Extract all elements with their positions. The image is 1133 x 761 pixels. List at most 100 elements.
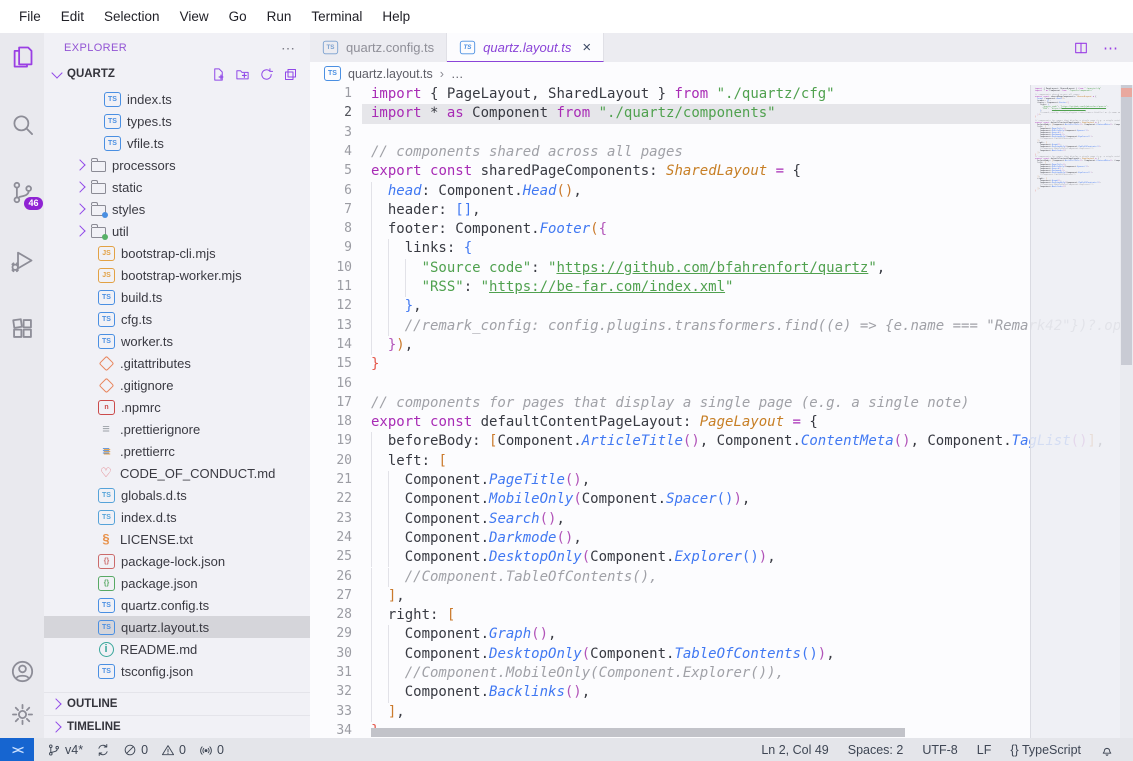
tree-item-tsconfig-json[interactable]: TStsconfig.json (44, 660, 310, 682)
line-number: 6 (310, 183, 352, 198)
tree-item-bootstrap-worker-mjs[interactable]: JSbootstrap-worker.mjs (44, 264, 310, 286)
menu-help[interactable]: Help (373, 5, 419, 28)
minimap[interactable]: import { PageLayout, SharedLayout } from… (1030, 85, 1120, 738)
status-branch[interactable]: v4* (47, 743, 83, 757)
status-error[interactable]: 0 (123, 743, 148, 757)
status-ln-2-col-49[interactable]: Ln 2, Col 49 (761, 743, 828, 757)
code-line: 12 }, (310, 297, 1133, 316)
code-line: 9 links: { (310, 239, 1133, 258)
scrollbar-thumb[interactable] (1121, 85, 1132, 365)
tree-item-build-ts[interactable]: TSbuild.ts (44, 286, 310, 308)
settings-icon[interactable] (9, 701, 36, 728)
menu-go[interactable]: Go (220, 5, 256, 28)
tree-item-package-json[interactable]: {}package.json (44, 572, 310, 594)
horizontal-scrollbar[interactable] (371, 728, 905, 737)
editor-group: TSquartz.config.tsTSquartz.layout.ts×⋯ T… (310, 33, 1133, 738)
activity-bar: 46 (0, 33, 44, 738)
refresh-icon[interactable] (259, 67, 274, 82)
tree-item-code-of-conduct-md[interactable]: ♡CODE_OF_CONDUCT.md (44, 462, 310, 484)
breadcrumb-file[interactable]: quartz.layout.ts (348, 67, 433, 81)
tab-quartz-config-ts[interactable]: TSquartz.config.ts (310, 33, 447, 62)
tab-quartz-layout-ts[interactable]: TSquartz.layout.ts× (447, 33, 604, 62)
scm-icon[interactable]: 46 (9, 179, 36, 206)
menu-selection[interactable]: Selection (95, 5, 169, 28)
line-number: 25 (310, 549, 352, 564)
explorer-icon[interactable] (9, 43, 36, 70)
menu-terminal[interactable]: Terminal (302, 5, 371, 28)
breadcrumb[interactable]: TS quartz.layout.ts › … (310, 62, 1133, 85)
tree-item-index-d-ts[interactable]: TSindex.d.ts (44, 506, 310, 528)
panel-outline[interactable]: OUTLINE (44, 692, 310, 715)
breadcrumb-symbol[interactable]: … (451, 67, 464, 81)
tree-item-static[interactable]: static (44, 176, 310, 198)
code-editor[interactable]: 1 import { PageLayout, SharedLayout } fro… (310, 85, 1133, 738)
status-broadcast[interactable]: 0 (199, 743, 224, 757)
code-line: 24 Component.Darkmode(), (310, 529, 1133, 548)
status-spaces-2[interactable]: Spaces: 2 (848, 743, 904, 757)
editor-more-icon[interactable]: ⋯ (1103, 39, 1119, 57)
tree-item--prettierignore[interactable]: ≡.prettierignore (44, 418, 310, 440)
tree-item-cfg-ts[interactable]: TScfg.ts (44, 308, 310, 330)
remote-indicator[interactable]: >< (0, 738, 34, 761)
search-icon[interactable] (9, 111, 36, 138)
panel-timeline[interactable]: TIMELINE (44, 715, 310, 738)
vertical-scrollbar[interactable] (1120, 85, 1133, 738)
code-line: 6 head: Component.Head(), (310, 182, 1133, 201)
tree-item-quartz-config-ts[interactable]: TSquartz.config.ts (44, 594, 310, 616)
tree-item-worker-ts[interactable]: TSworker.ts (44, 330, 310, 352)
tree-item-quartz-layout-ts[interactable]: TSquartz.layout.ts (44, 616, 310, 638)
breadcrumb-separator: › (440, 67, 444, 81)
explorer-more-icon[interactable]: ⋯ (281, 40, 296, 57)
status-lf[interactable]: LF (977, 743, 992, 757)
tree-item-index-ts[interactable]: TSindex.ts (44, 88, 310, 110)
line-number: 22 (310, 491, 352, 506)
status-utf-8[interactable]: UTF-8 (922, 743, 957, 757)
tree-item-util[interactable]: util (44, 220, 310, 242)
debug-icon[interactable] (9, 247, 36, 274)
status-sync[interactable] (96, 743, 110, 757)
tree-item--gitignore[interactable]: .gitignore (44, 374, 310, 396)
typescript-file-icon: TS (324, 66, 341, 81)
code-line: 2import * as Component from "./quartz/co… (310, 104, 1133, 123)
tree-item--gitattributes[interactable]: .gitattributes (44, 352, 310, 374)
tree-item-readme-md[interactable]: iREADME.md (44, 638, 310, 660)
tree-item-package-lock-json[interactable]: {}package-lock.json (44, 550, 310, 572)
chevron-right-icon (50, 698, 61, 709)
menu-file[interactable]: File (10, 5, 50, 28)
status--typescript[interactable]: {} TypeScript (1010, 743, 1081, 757)
chevron-right-icon (74, 203, 85, 214)
tree-item-license-txt[interactable]: §LICENSE.txt (44, 528, 310, 550)
line-number: 1 (310, 86, 352, 101)
code-line: 19 beforeBody: [Component.ArticleTitle()… (310, 432, 1133, 451)
account-icon[interactable] (9, 658, 36, 685)
code-line: 23 Component.Search(), (310, 510, 1133, 529)
tree-item-vfile-ts[interactable]: TSvfile.ts (44, 132, 310, 154)
tree-item-types-ts[interactable]: TStypes.ts (44, 110, 310, 132)
line-number: 4 (310, 144, 352, 159)
code-line: 8 footer: Component.Footer({ (310, 220, 1133, 239)
line-number: 10 (310, 260, 352, 275)
code-line: 11 "RSS": "https://be-far.com/index.xml" (310, 278, 1133, 297)
vscode-window: FileEditSelectionViewGoRunTerminalHelp 4… (0, 0, 1133, 761)
menu-run[interactable]: Run (258, 5, 301, 28)
menu-edit[interactable]: Edit (52, 5, 93, 28)
tree-item-bootstrap-cli-mjs[interactable]: JSbootstrap-cli.mjs (44, 242, 310, 264)
collapse-all-icon[interactable] (283, 67, 298, 82)
extensions-icon[interactable] (9, 315, 36, 342)
code-line: 30 Component.DesktopOnly(Component.Table… (310, 645, 1133, 664)
tree-item-styles[interactable]: styles (44, 198, 310, 220)
tree-item-processors[interactable]: processors (44, 154, 310, 176)
status-warning[interactable]: 0 (161, 743, 186, 757)
section-header-quartz[interactable]: QUARTZ (44, 63, 310, 85)
sidebar-title: EXPLORER (64, 42, 127, 54)
line-number: 20 (310, 453, 352, 468)
tree-item-globals-d-ts[interactable]: TSglobals.d.ts (44, 484, 310, 506)
new-file-icon[interactable] (211, 67, 226, 82)
status-bell[interactable] (1100, 743, 1114, 757)
tree-item--npmrc[interactable]: n.npmrc (44, 396, 310, 418)
close-icon[interactable]: × (582, 39, 591, 56)
new-folder-icon[interactable] (235, 67, 250, 82)
split-editor-icon[interactable] (1073, 40, 1089, 56)
menu-view[interactable]: View (171, 5, 218, 28)
tree-item--prettierrc[interactable]: ≡.prettierrc (44, 440, 310, 462)
